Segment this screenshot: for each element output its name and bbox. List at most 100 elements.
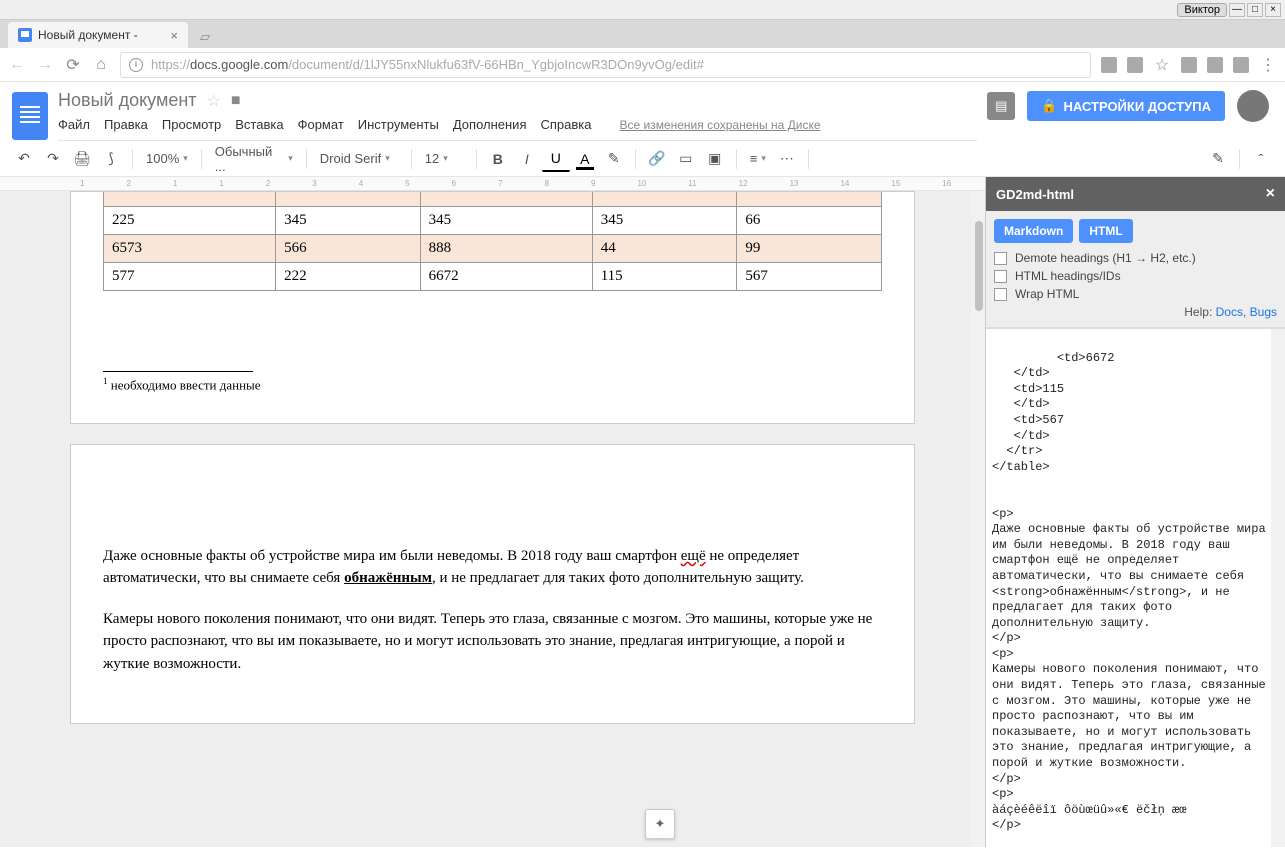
docs-favicon-icon	[18, 28, 32, 42]
checkbox-wrap[interactable]	[994, 288, 1007, 301]
site-info-icon[interactable]: i	[129, 58, 143, 72]
menu-file[interactable]: Файл	[58, 117, 90, 132]
os-title-bar: Виктор — □ ×	[0, 0, 1285, 20]
scrollbar-thumb[interactable]	[975, 221, 983, 311]
extension-icon[interactable]	[1207, 57, 1223, 73]
editing-mode-icon[interactable]: ✎	[1204, 146, 1232, 172]
tab-close-icon[interactable]: ×	[170, 28, 178, 43]
browser-tab[interactable]: Новый документ - ×	[8, 22, 188, 48]
checkbox-label: Wrap HTML	[1015, 287, 1079, 301]
italic-icon[interactable]: I	[513, 146, 541, 172]
menu-view[interactable]: Просмотр	[162, 117, 221, 132]
docs-logo-icon[interactable]	[12, 92, 48, 140]
print-icon[interactable]: 🖨	[68, 146, 96, 172]
link-icon[interactable]: 🔗	[643, 146, 671, 172]
checkbox-headings[interactable]	[994, 270, 1007, 283]
undo-icon[interactable]: ↶	[10, 146, 38, 172]
os-minimize-button[interactable]: —	[1229, 3, 1245, 17]
page-2[interactable]: Даже основные факты об устройстве мира и…	[70, 444, 915, 725]
vertical-scrollbar[interactable]	[1271, 329, 1285, 847]
vertical-scrollbar[interactable]	[971, 191, 985, 847]
body-paragraph: Даже основные факты об устройстве мира и…	[103, 545, 882, 590]
star-icon[interactable]: ☆	[207, 91, 221, 111]
sidebar-title-bar: GD2md-html ×	[986, 177, 1285, 211]
checkbox-label: Demote headings (H1 → H2, etc.)	[1015, 251, 1196, 265]
menu-insert[interactable]: Вставка	[235, 117, 283, 132]
chrome-menu-icon[interactable]: ⋮	[1259, 55, 1277, 75]
doc-table[interactable]: 22534534534566 65735668884499 5772226672…	[103, 192, 882, 291]
doc-title-input[interactable]: Новый документ	[58, 90, 197, 111]
home-icon[interactable]: ⌂	[92, 56, 110, 74]
share-button[interactable]: 🔒 НАСТРОЙКИ ДОСТУПА	[1027, 91, 1225, 121]
table-row: 65735668884499	[104, 234, 882, 262]
menu-bar: Файл Правка Просмотр Вставка Формат Инст…	[58, 111, 977, 141]
tab-title: Новый документ -	[38, 28, 138, 42]
url-input[interactable]: i https://docs.google.com/document/d/1lJ…	[120, 52, 1091, 78]
os-user-badge: Виктор	[1177, 3, 1227, 17]
table-row: 22534534534566	[104, 206, 882, 234]
zoom-dropdown[interactable]: 100%▾	[140, 146, 194, 172]
font-dropdown[interactable]: Droid Serif▾	[314, 146, 404, 172]
url-path: /document/d/1lJY55nxNlukfu63fV-66HBn_Ygb…	[288, 57, 704, 72]
menu-format[interactable]: Формат	[298, 117, 344, 132]
browser-toolbar: ← → ⟳ ⌂ i https://docs.google.com/docume…	[0, 48, 1285, 82]
style-dropdown[interactable]: Обычный ...▾	[209, 146, 299, 172]
spellcheck-word[interactable]: ещё	[681, 548, 706, 564]
footnote: 1 необходимо ввести данные	[103, 376, 882, 393]
browser-tab-row: Новый документ - × ▱	[0, 20, 1285, 48]
reload-icon[interactable]: ⟳	[64, 55, 82, 75]
help-docs-link[interactable]: Docs	[1216, 305, 1243, 319]
markdown-button[interactable]: Markdown	[994, 219, 1073, 243]
highlight-icon[interactable]: ✎	[600, 146, 628, 172]
bookmark-star-icon[interactable]: ☆	[1153, 55, 1171, 75]
os-close-button[interactable]: ×	[1265, 3, 1281, 17]
url-host: docs.google.com	[190, 57, 288, 72]
text-color-icon[interactable]: A	[571, 146, 599, 172]
new-tab-button[interactable]: ▱	[196, 28, 214, 46]
html-button[interactable]: HTML	[1079, 219, 1132, 243]
checkbox-label: HTML headings/IDs	[1015, 269, 1121, 283]
horizontal-ruler[interactable]: 12112345678910111213141516	[0, 177, 985, 191]
help-bugs-link[interactable]: Bugs	[1250, 305, 1277, 319]
forward-icon[interactable]: →	[36, 56, 54, 74]
redo-icon[interactable]: ↷	[39, 146, 67, 172]
page-1[interactable]: 22534534534566 65735668884499 5772226672…	[70, 191, 915, 424]
comment-icon[interactable]: ▭	[672, 146, 700, 172]
menu-edit[interactable]: Правка	[104, 117, 148, 132]
footnote-marker: 1	[103, 376, 108, 386]
docs-header: Новый документ ☆ ■ Файл Правка Просмотр …	[0, 82, 1285, 141]
extension-icon[interactable]	[1233, 57, 1249, 73]
comments-icon[interactable]: ▤	[987, 92, 1015, 120]
underline-icon[interactable]: U	[542, 146, 570, 172]
menu-addons[interactable]: Дополнения	[453, 117, 527, 132]
chevron-up-icon[interactable]: ˆ	[1247, 146, 1275, 172]
close-icon[interactable]: ×	[1266, 185, 1275, 203]
paint-format-icon[interactable]: ⟆	[97, 146, 125, 172]
avatar[interactable]	[1237, 90, 1269, 122]
os-maximize-button[interactable]: □	[1247, 3, 1263, 17]
addon-sidebar: GD2md-html × Markdown HTML Demote headin…	[985, 177, 1285, 847]
lock-icon: 🔒	[1041, 98, 1057, 114]
folder-icon[interactable]: ■	[231, 92, 241, 110]
more-icon[interactable]: ⋯	[773, 146, 801, 172]
help-label: Help:	[1184, 305, 1212, 319]
spellcheck-word[interactable]: обнажённым	[344, 570, 432, 586]
document-viewport[interactable]: 12112345678910111213141516 2253453453456…	[0, 177, 985, 847]
align-dropdown[interactable]: ≡▾	[744, 146, 772, 172]
extension-icon[interactable]	[1127, 57, 1143, 73]
body-paragraph: Камеры нового поколения понимают, что он…	[103, 608, 882, 676]
work-area: 12112345678910111213141516 2253453453456…	[0, 177, 1285, 847]
checkbox-demote[interactable]	[994, 252, 1007, 265]
fontsize-dropdown[interactable]: 12▾	[419, 146, 469, 172]
extension-icon[interactable]	[1101, 57, 1117, 73]
changes-saved-link[interactable]: Все изменения сохранены на Диске	[619, 118, 820, 132]
back-icon[interactable]: ←	[8, 56, 26, 74]
explore-button[interactable]: ✦	[645, 809, 675, 839]
extension-icon[interactable]	[1181, 57, 1197, 73]
image-icon[interactable]: ▣	[701, 146, 729, 172]
output-textarea[interactable]: <td>6672 </td> <td>115 </td> <td>567 </t…	[986, 328, 1285, 847]
menu-help[interactable]: Справка	[540, 117, 591, 132]
bold-icon[interactable]: B	[484, 146, 512, 172]
menu-tools[interactable]: Инструменты	[358, 117, 439, 132]
formatting-toolbar: ↶ ↷ 🖨 ⟆ 100%▾ Обычный ...▾ Droid Serif▾ …	[0, 141, 1285, 177]
